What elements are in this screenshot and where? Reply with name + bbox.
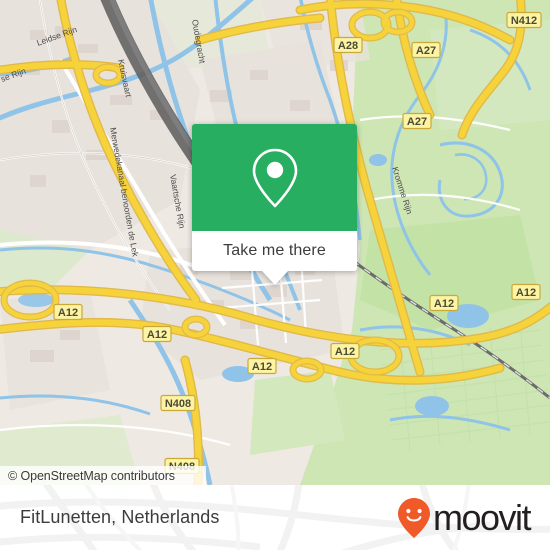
- road-shield-label: A12: [335, 346, 355, 358]
- take-me-there-label: Take me there: [223, 242, 326, 259]
- road-shield-label: A28: [338, 40, 358, 52]
- moovit-logo[interactable]: moovit: [397, 496, 532, 539]
- road-shield-label: A27: [416, 45, 436, 57]
- osm-attribution-text: © OpenStreetMap contributors: [8, 468, 175, 483]
- road-shield: A27: [402, 112, 432, 130]
- road-shield: N408: [160, 394, 196, 412]
- road-shield-label: A12: [58, 307, 78, 319]
- road-shield: A28: [333, 36, 363, 54]
- road-shield: A27: [411, 41, 441, 59]
- moovit-map-screenshot: Leidse Rijn se Rijn Kruisvaart Oudegracht Me…: [0, 0, 550, 550]
- take-me-there-button[interactable]: Take me there: [192, 231, 357, 271]
- road-shield: N412: [506, 11, 542, 29]
- road-shield: A12: [53, 303, 83, 321]
- road-shield-label: A27: [407, 116, 427, 128]
- road-shield: A12: [429, 294, 459, 312]
- road-shield-label: A12: [147, 329, 167, 341]
- road-shield: A12: [511, 283, 541, 301]
- moovit-wordmark: moovit: [432, 496, 532, 538]
- road-shield-label: N408: [165, 398, 191, 410]
- road-shield-label: A12: [252, 361, 272, 373]
- take-me-there-card[interactable]: Take me there: [192, 124, 357, 285]
- card-pointer-tail: [261, 271, 288, 285]
- road-shield: A12: [247, 357, 277, 375]
- osm-attribution[interactable]: © OpenStreetMap contributors: [0, 466, 206, 485]
- moovit-smiling-pin-icon: [397, 497, 430, 538]
- road-shield-label: A12: [516, 287, 536, 299]
- place-title: FitLunetten, Netherlands: [20, 507, 220, 527]
- footer-bar: FitLunetten, Netherlands moovit: [0, 485, 550, 550]
- card-image-area: [192, 124, 357, 231]
- road-shield: A12: [330, 342, 360, 360]
- road-shield-label: A12: [434, 298, 454, 310]
- road-shield: A12: [142, 325, 172, 343]
- location-pin-icon: [252, 148, 297, 207]
- road-shield-label: N412: [511, 15, 537, 27]
